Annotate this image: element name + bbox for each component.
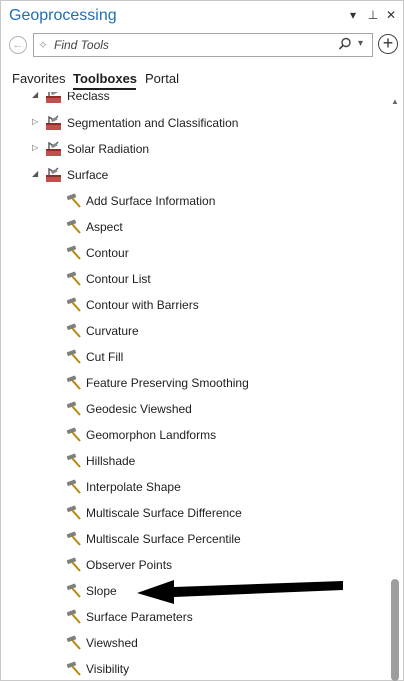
search-box[interactable]: ✧ ▾ [33, 33, 373, 57]
tab-portal[interactable]: Portal [145, 71, 179, 86]
hammer-icon [66, 661, 82, 677]
toolbox-tree: ◢ Reclass ▷ Segmentation and Classificat… [0, 92, 388, 681]
tool-label: Contour with Barriers [86, 298, 199, 312]
tool-item[interactable]: Add Surface Information [0, 189, 388, 215]
tool-item[interactable]: Hillshade [0, 449, 388, 475]
tool-item[interactable]: Contour List [0, 267, 388, 293]
toolbox-icon [45, 92, 63, 104]
search-input[interactable] [54, 36, 324, 54]
tool-item[interactable]: Feature Preserving Smoothing [0, 371, 388, 397]
hammer-icon [66, 245, 82, 261]
scroll-thumb[interactable] [391, 579, 399, 681]
tool-label: Geomorphon Landforms [86, 428, 217, 442]
back-button[interactable]: ← [9, 36, 27, 54]
tool-label: Interpolate Shape [86, 480, 181, 494]
tool-label: Observer Points [86, 558, 173, 572]
tool-item[interactable]: Visibility [0, 657, 388, 681]
tool-label: Feature Preserving Smoothing [86, 376, 249, 390]
tool-label: Slope [86, 584, 117, 598]
tab-strip: Favorites Toolboxes Portal [0, 66, 404, 92]
pin-icon[interactable]: ⊥ [366, 8, 380, 22]
hammer-icon [66, 375, 82, 391]
add-button[interactable]: + [378, 34, 398, 54]
hammer-icon [66, 505, 82, 521]
toolbox-icon [45, 141, 63, 157]
search-row: ← ✧ ▾ + [0, 32, 404, 62]
tool-item[interactable]: Viewshed [0, 631, 388, 657]
toolbox-icon [45, 115, 63, 131]
tool-label: Visibility [86, 662, 130, 676]
hammer-icon [66, 219, 82, 235]
tool-label: Contour [86, 246, 129, 260]
hammer-icon [66, 193, 82, 209]
tool-label: Contour List [86, 272, 151, 286]
expanded-chevron-icon[interactable]: ◢ [32, 92, 40, 99]
back-arrow-icon: ← [12, 39, 24, 51]
toolset-label: Reclass [67, 92, 110, 103]
search-dropdown-icon[interactable]: ▾ [358, 38, 363, 49]
tool-item[interactable]: Multiscale Surface Percentile [0, 527, 388, 553]
toolset-label: Segmentation and Classification [67, 116, 239, 130]
tool-label: Cut Fill [86, 350, 124, 364]
tool-label: Curvature [86, 324, 139, 338]
tool-item[interactable]: Surface Parameters [0, 605, 388, 631]
hammer-icon [66, 297, 82, 313]
tool-label: Geodesic Viewshed [86, 402, 192, 416]
active-tab-indicator [73, 88, 136, 90]
hammer-icon [66, 271, 82, 287]
tool-label: Add Surface Information [86, 194, 216, 208]
close-icon[interactable]: ✕ [384, 8, 398, 22]
tool-item-slope[interactable]: Slope [0, 579, 388, 605]
tool-item[interactable]: Multiscale Surface Difference [0, 501, 388, 527]
tool-item[interactable]: Geomorphon Landforms [0, 423, 388, 449]
hammer-icon [66, 531, 82, 547]
collapsed-chevron-icon[interactable]: ▷ [32, 117, 40, 126]
toolset-label: Surface [67, 168, 109, 182]
hammer-icon [66, 635, 82, 651]
hammer-icon [66, 479, 82, 495]
pane-titlebar: Geoprocessing ▾ ⊥ ✕ [0, 0, 404, 32]
options-menu-icon[interactable]: ▾ [346, 8, 360, 22]
hammer-icon [66, 323, 82, 339]
tool-label: Viewshed [86, 636, 138, 650]
hammer-icon [66, 427, 82, 443]
hammer-icon [66, 349, 82, 365]
hammer-icon [66, 557, 82, 573]
toolset-row[interactable]: ▷ Solar Radiation [0, 137, 388, 163]
tool-item[interactable]: Observer Points [0, 553, 388, 579]
tool-item[interactable]: Geodesic Viewshed [0, 397, 388, 423]
search-icon[interactable] [338, 37, 352, 51]
tool-item[interactable]: Cut Fill [0, 345, 388, 371]
toolset-label: Solar Radiation [67, 142, 150, 156]
vertical-scrollbar[interactable]: ▲ [389, 92, 401, 681]
hammer-icon [66, 583, 82, 599]
hammer-icon [66, 609, 82, 625]
tab-toolboxes[interactable]: Toolboxes [73, 71, 137, 86]
tool-label: Surface Parameters [86, 610, 193, 624]
expanded-chevron-icon[interactable]: ◢ [32, 169, 40, 178]
toolbox-icon [45, 167, 63, 183]
tool-label: Multiscale Surface Percentile [86, 532, 241, 546]
toolset-row[interactable]: ◢ Reclass [0, 92, 388, 110]
plus-icon: + [382, 33, 394, 53]
collapsed-chevron-icon[interactable]: ▷ [32, 143, 40, 152]
sparkle-icon: ✧ [38, 38, 49, 52]
tool-item[interactable]: Contour [0, 241, 388, 267]
tool-label: Hillshade [86, 454, 136, 468]
tool-label: Multiscale Surface Difference [86, 506, 242, 520]
tool-item[interactable]: Curvature [0, 319, 388, 345]
pane-title: Geoprocessing [9, 7, 117, 24]
scroll-up-arrow-icon[interactable]: ▲ [391, 97, 399, 106]
tool-item[interactable]: Contour with Barriers [0, 293, 388, 319]
hammer-icon [66, 453, 82, 469]
toolset-row[interactable]: ▷ Segmentation and Classification [0, 111, 388, 137]
toolset-row[interactable]: ◢ Surface [0, 163, 388, 189]
tool-label: Aspect [86, 220, 123, 234]
hammer-icon [66, 401, 82, 417]
tool-item[interactable]: Interpolate Shape [0, 475, 388, 501]
tool-item[interactable]: Aspect [0, 215, 388, 241]
tab-favorites[interactable]: Favorites [12, 71, 65, 86]
